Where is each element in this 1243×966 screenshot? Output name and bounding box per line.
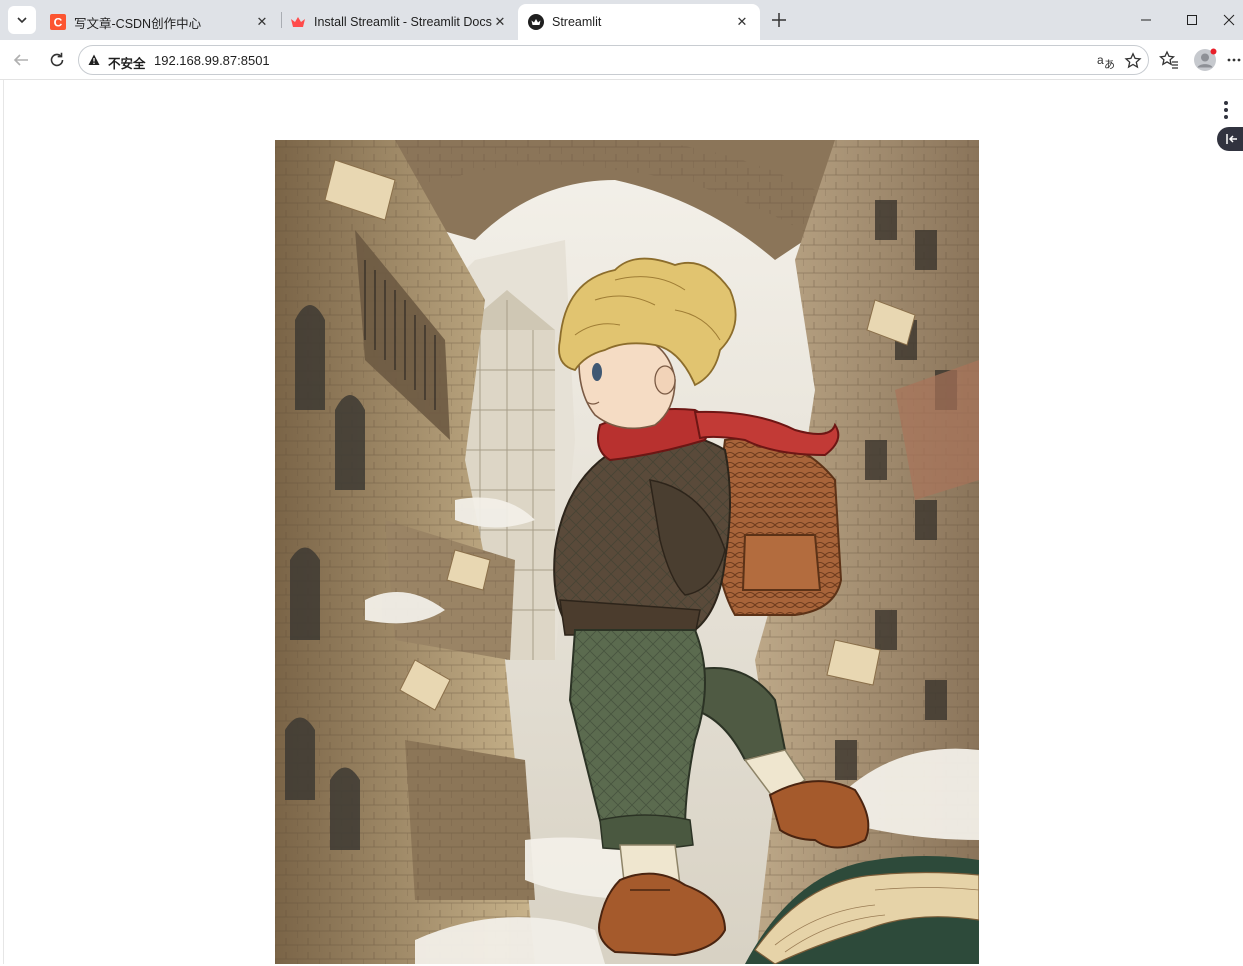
close-icon: [1223, 14, 1235, 26]
favorites-button[interactable]: [1155, 46, 1183, 74]
app-image: [275, 140, 979, 964]
svg-text:あ: あ: [1104, 58, 1115, 71]
tab-streamlit-app[interactable]: Streamlit ✕: [518, 4, 760, 40]
collapse-sidebar-icon: [1226, 134, 1237, 144]
tab-search-button[interactable]: [8, 6, 36, 34]
close-window-button[interactable]: [1215, 0, 1243, 40]
tab-title: Install Streamlit - Streamlit Docs: [314, 15, 492, 29]
streamlit-crown-icon: [290, 14, 306, 30]
maximize-icon: [1187, 15, 1197, 25]
new-tab-button[interactable]: [766, 7, 792, 33]
url-text[interactable]: 192.168.99.87:8501: [154, 53, 270, 68]
csdn-logo-icon: C: [50, 14, 66, 30]
profile-button[interactable]: [1191, 46, 1219, 74]
address-bar[interactable]: 不安全 192.168.99.87:8501 aあ: [78, 45, 1149, 75]
svg-text:C: C: [54, 16, 63, 30]
arrow-left-icon: [13, 54, 28, 66]
favorites-icon: [1159, 50, 1178, 69]
warning-triangle-icon[interactable]: [88, 54, 100, 66]
sidebar-toggle-button[interactable]: [1217, 127, 1243, 151]
translate-button[interactable]: aあ: [1095, 50, 1117, 72]
maximize-button[interactable]: [1169, 0, 1215, 40]
chevron-down-icon: [17, 17, 27, 24]
reload-button[interactable]: [43, 46, 71, 74]
translate-icon: aあ: [1097, 53, 1115, 71]
main-menu-button[interactable]: [1216, 100, 1236, 120]
tab-title: 写文章-CSDN创作中心: [74, 16, 202, 31]
tab-title: Streamlit: [552, 15, 602, 29]
streamlit-page: [3, 80, 1243, 964]
close-icon[interactable]: ✕: [492, 14, 508, 30]
more-button[interactable]: [1225, 46, 1243, 74]
profile-avatar-icon: [1194, 48, 1217, 71]
bookmark-button[interactable]: [1122, 50, 1144, 72]
browser-toolbar: 不安全 192.168.99.87:8501 aあ: [0, 40, 1243, 80]
more-horizontal-icon: [1227, 58, 1241, 62]
close-icon[interactable]: ✕: [254, 14, 270, 30]
boy-illustration: [275, 140, 979, 964]
tab-csdn[interactable]: C 写文章-CSDN创作中心 ✕: [40, 4, 280, 40]
browser-window: C 写文章-CSDN创作中心 ✕ Install Streamlit - Str…: [0, 0, 1243, 966]
close-icon[interactable]: ✕: [734, 14, 750, 30]
minimize-button[interactable]: [1123, 0, 1169, 40]
svg-text:a: a: [1097, 53, 1104, 67]
more-vertical-icon: [1224, 101, 1228, 105]
plus-icon: [772, 13, 786, 27]
minimize-icon: [1141, 19, 1151, 21]
streamlit-app-icon: [528, 14, 544, 30]
tab-streamlit-docs[interactable]: Install Streamlit - Streamlit Docs ✕: [280, 4, 518, 40]
back-button[interactable]: [7, 46, 35, 74]
tab-strip: C 写文章-CSDN创作中心 ✕ Install Streamlit - Str…: [0, 0, 1243, 40]
reload-icon: [50, 52, 64, 67]
star-icon: [1124, 52, 1142, 69]
security-status-label[interactable]: 不安全: [108, 53, 146, 72]
